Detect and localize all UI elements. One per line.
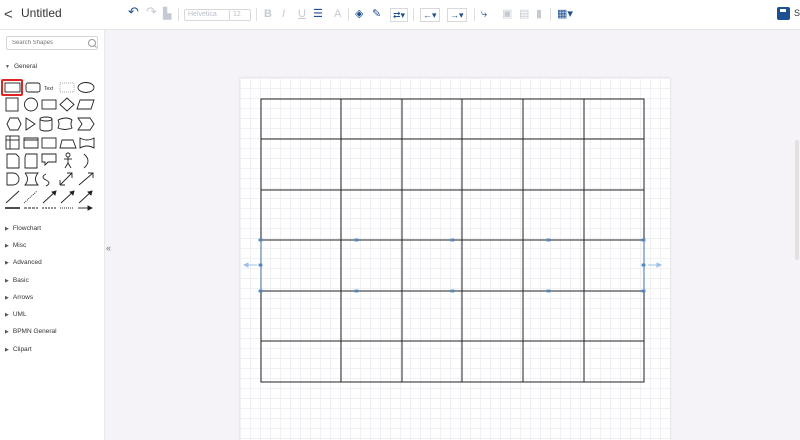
section-general[interactable]: ▼ General (5, 63, 37, 70)
redo-icon[interactable]: ↷ (146, 5, 157, 18)
underline-icon[interactable]: U (298, 8, 306, 20)
selected-shape-highlight[interactable] (1, 79, 23, 96)
search-shapes-input[interactable] (6, 36, 98, 50)
toolbar-divider (256, 8, 257, 21)
table-icon[interactable]: ▦▾ (557, 8, 573, 20)
undo-icon[interactable]: ↶ (128, 5, 139, 18)
connect-arrows (242, 262, 663, 268)
vertical-scrollbar[interactable] (795, 140, 799, 260)
section-uml[interactable]: ▶ UML (5, 311, 27, 318)
italic-icon[interactable]: I (282, 8, 285, 20)
lock-icon[interactable]: ▮ (536, 8, 542, 20)
font-color-icon[interactable]: A (334, 8, 341, 20)
format-painter-icon[interactable]: ▙ (163, 8, 171, 20)
section-clipart[interactable]: ▶ Clipart (5, 346, 32, 353)
section-arrows[interactable]: ▶ Arrows (5, 294, 33, 301)
shapes-sidebar: ▼General (0, 30, 105, 440)
to-back-icon[interactable]: ▤ (519, 8, 529, 20)
waypoint-icon[interactable]: ⤷ (481, 8, 487, 20)
arrow-end-icon[interactable]: →▾ (447, 8, 467, 22)
bold-icon[interactable]: B (264, 8, 272, 20)
arrow-start-icon[interactable]: ←▾ (420, 8, 440, 22)
row-selection-handles (258, 238, 646, 293)
section-basic[interactable]: ▶ Basic (5, 277, 29, 284)
svg-text:Text: Text (44, 86, 54, 92)
search-icon[interactable] (88, 39, 96, 47)
collapse-sidebar-icon[interactable]: « (106, 243, 111, 253)
to-front-icon[interactable]: ▣ (502, 8, 512, 20)
save-icon[interactable] (777, 7, 790, 20)
section-bpmn-general[interactable]: ▶ BPMN General (5, 328, 57, 335)
top-toolbar: < Untitled ↶ ↷ ▙ Helvetica 12 B I U ☰ A … (0, 0, 800, 30)
table-shape[interactable] (240, 78, 670, 440)
general-shapes-palette[interactable]: Text (0, 78, 104, 218)
toolbar-divider (178, 8, 179, 21)
document-title[interactable]: Untitled (21, 6, 62, 20)
line-color-icon[interactable]: ✎ (372, 8, 381, 20)
align-icon[interactable]: ☰ (313, 8, 323, 20)
back-chevron-icon[interactable]: < (4, 6, 13, 23)
font-size-select[interactable]: 12 (229, 9, 251, 21)
connector-style-icon[interactable]: ⇄▾ (390, 8, 409, 22)
toolbar-divider (474, 8, 475, 21)
toolbar-divider (413, 8, 414, 21)
toolbar-divider (348, 8, 349, 21)
save-label[interactable]: S (794, 8, 800, 18)
font-family-select[interactable]: Helvetica (184, 9, 230, 21)
section-misc[interactable]: ▶ Misc (5, 242, 26, 249)
section-flowchart[interactable]: ▶ Flowchart (5, 225, 41, 232)
toolbar-divider (550, 8, 551, 21)
fill-color-icon[interactable]: ◈ (355, 8, 363, 20)
section-advanced[interactable]: ▶ Advanced (5, 259, 42, 266)
canvas-page[interactable] (240, 78, 670, 440)
